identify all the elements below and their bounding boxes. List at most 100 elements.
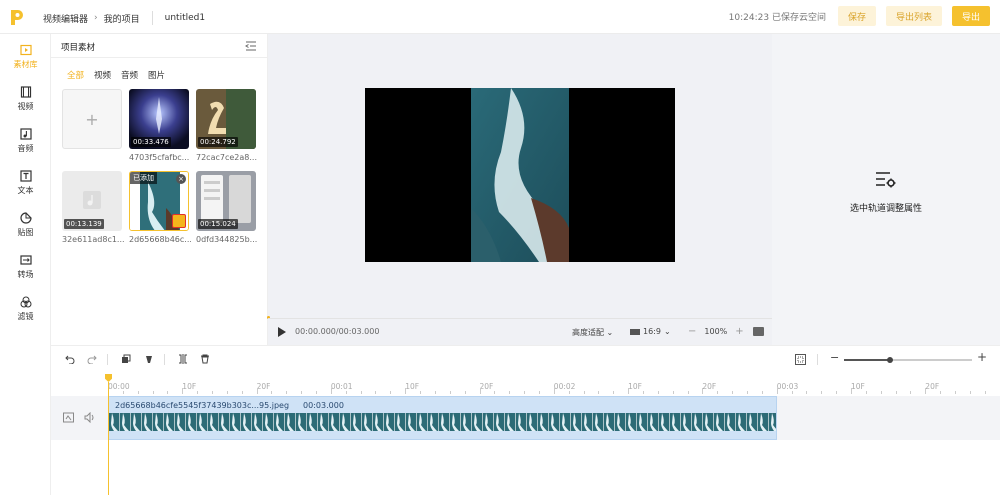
timeline-ruler[interactable]: 00:00 10F 20F 00:01 10F 20F 00:02 10F 20F 00:03 10… bbox=[108, 374, 1000, 394]
ruler-tick bbox=[553, 388, 555, 394]
remove-icon[interactable]: × bbox=[176, 174, 186, 184]
ruler-tick bbox=[420, 391, 422, 394]
filter-tab-all[interactable]: 全部 bbox=[67, 69, 84, 81]
redo-icon[interactable] bbox=[87, 354, 97, 364]
clip-duration: 00:03.000 bbox=[303, 401, 344, 410]
save-button[interactable]: 保存 bbox=[837, 6, 876, 26]
properties-panel: 选中轨道调整属性 bbox=[772, 34, 1000, 345]
project-name[interactable]: untitled1 bbox=[165, 13, 205, 23]
clip-filmstrip bbox=[109, 413, 776, 431]
ruler-tick-label: 10F bbox=[628, 382, 642, 391]
preview-frame-image bbox=[471, 88, 569, 262]
text-icon bbox=[19, 170, 32, 182]
ruler-tick bbox=[568, 391, 570, 394]
ruler-tick bbox=[761, 391, 763, 394]
ruler-tick bbox=[301, 391, 303, 394]
breadcrumb-item-editor[interactable]: 视频编辑器 bbox=[43, 12, 88, 25]
nav-item-transition[interactable]: 转场 bbox=[0, 254, 51, 280]
nav-item-sticker[interactable]: 贴图 bbox=[0, 212, 51, 238]
fit-timeline-icon[interactable] bbox=[795, 354, 806, 365]
filter-tab-audio[interactable]: 音频 bbox=[121, 69, 138, 81]
track-visibility-icon[interactable] bbox=[63, 412, 74, 423]
paste-icon[interactable] bbox=[144, 354, 154, 364]
sticker-icon bbox=[19, 212, 32, 224]
ruler-tick-label: 10F bbox=[182, 382, 197, 391]
filter-tab-image[interactable]: 图片 bbox=[148, 69, 165, 81]
fit-mode-select[interactable]: 高度适配 ⌄ bbox=[572, 327, 613, 338]
play-icon[interactable] bbox=[278, 327, 286, 337]
ruler-tick bbox=[821, 391, 823, 394]
nav-item-audio[interactable]: 音频 bbox=[0, 128, 51, 154]
add-material-button[interactable]: + bbox=[62, 89, 122, 149]
export-button[interactable]: 导出 bbox=[951, 6, 990, 26]
fullscreen-icon[interactable] bbox=[753, 327, 764, 336]
timeline-clip[interactable]: 2d65668b46cfe5545f37439b303c...95.jpeg 0… bbox=[108, 396, 777, 440]
filter-tab-video[interactable]: 视频 bbox=[94, 69, 111, 81]
divider bbox=[151, 11, 153, 25]
media-library-icon bbox=[19, 44, 32, 56]
clip-filename: 2d65668b46cfe5545f37439b303c...95.jpeg bbox=[115, 401, 290, 410]
aspect-ratio-icon bbox=[630, 328, 640, 335]
breadcrumb-item-projects[interactable]: 我的项目 bbox=[104, 12, 140, 25]
ruler-tick-label: 20F bbox=[702, 382, 717, 391]
slider-fill bbox=[844, 359, 890, 361]
copy-icon[interactable] bbox=[121, 354, 131, 364]
delete-icon[interactable] bbox=[200, 354, 210, 364]
nav-item-media-library[interactable]: 素材库 bbox=[0, 44, 51, 70]
nav-item-video[interactable]: 视频 bbox=[0, 86, 51, 112]
ruler-tick bbox=[449, 391, 451, 394]
divider bbox=[107, 354, 108, 365]
ruler-tick bbox=[776, 388, 778, 394]
material-thumbnail[interactable]: 00:24.792 bbox=[196, 89, 256, 149]
zoom-in-button[interactable]: + bbox=[735, 326, 743, 337]
material-thumbnail[interactable]: 00:15.024 bbox=[196, 171, 256, 231]
top-bar: 视频编辑器 › 我的项目 untitled1 10:24:23 已保存云空间 保… bbox=[0, 0, 1000, 34]
ruler-tick bbox=[494, 391, 496, 394]
zoom-out-button[interactable]: − bbox=[688, 326, 696, 337]
undo-icon[interactable] bbox=[65, 354, 75, 364]
ruler-tick-label: 10F bbox=[405, 382, 420, 391]
ruler-tick bbox=[122, 391, 124, 394]
material-filename: 4703f5cfafbc... bbox=[129, 153, 190, 162]
slider-handle[interactable] bbox=[887, 357, 893, 363]
preview-canvas[interactable] bbox=[365, 88, 675, 262]
aspect-ratio-select[interactable]: 16:9 ⌄ bbox=[630, 327, 671, 336]
added-badge: 已添加 bbox=[130, 172, 157, 184]
properties-hint: 选中轨道调整属性 bbox=[849, 204, 922, 214]
duration-badge: 00:33.476 bbox=[131, 137, 171, 147]
ruler-tick bbox=[479, 388, 481, 394]
material-thumbnail[interactable]: 00:33.476 bbox=[129, 89, 189, 149]
material-thumbnail-selected[interactable]: 已添加 × bbox=[129, 171, 189, 231]
ruler-tick bbox=[256, 388, 258, 394]
duration-badge: 00:24.792 bbox=[198, 137, 238, 147]
ruler-tick bbox=[598, 391, 600, 394]
top-actions: 10:24:23 已保存云空间 保存 导出列表 导出 bbox=[729, 6, 990, 26]
ruler-tick-label: 00:00 bbox=[108, 382, 130, 391]
volume-icon[interactable] bbox=[84, 412, 95, 423]
split-icon[interactable] bbox=[178, 354, 188, 364]
add-to-track-icon[interactable] bbox=[172, 214, 186, 228]
ruler-tick bbox=[732, 391, 734, 394]
ruler-tick bbox=[316, 391, 318, 394]
timeline-zoom-in-button[interactable]: + bbox=[977, 350, 987, 364]
ruler-tick bbox=[345, 391, 347, 394]
ruler-tick-label: 00:03 bbox=[776, 382, 799, 391]
ruler-tick bbox=[865, 391, 867, 394]
collapse-panel-icon[interactable] bbox=[245, 41, 257, 51]
export-list-button[interactable]: 导出列表 bbox=[885, 6, 942, 26]
nav-item-filter[interactable]: 滤镜 bbox=[0, 296, 51, 322]
app-logo-icon[interactable] bbox=[8, 8, 24, 26]
nav-label: 贴图 bbox=[17, 228, 34, 237]
plus-icon: + bbox=[85, 109, 99, 129]
timeline-zoom-slider[interactable] bbox=[844, 357, 972, 363]
ruler-tick bbox=[791, 391, 793, 394]
material-filename: 32e611ad8c1... bbox=[62, 235, 124, 244]
ruler-tick bbox=[687, 391, 689, 394]
ruler-tick bbox=[241, 391, 243, 394]
material-filename: 0dfd344825b... bbox=[196, 235, 258, 244]
left-nav: 素材库 视频 音频 文本 贴图 转场 滤镜 bbox=[0, 34, 51, 495]
timeline-toolbar: − + bbox=[51, 345, 1000, 372]
timeline-zoom-out-button[interactable]: − bbox=[830, 351, 839, 364]
nav-item-text[interactable]: 文本 bbox=[0, 170, 51, 196]
material-thumbnail[interactable]: 00:13.139 bbox=[62, 171, 122, 231]
